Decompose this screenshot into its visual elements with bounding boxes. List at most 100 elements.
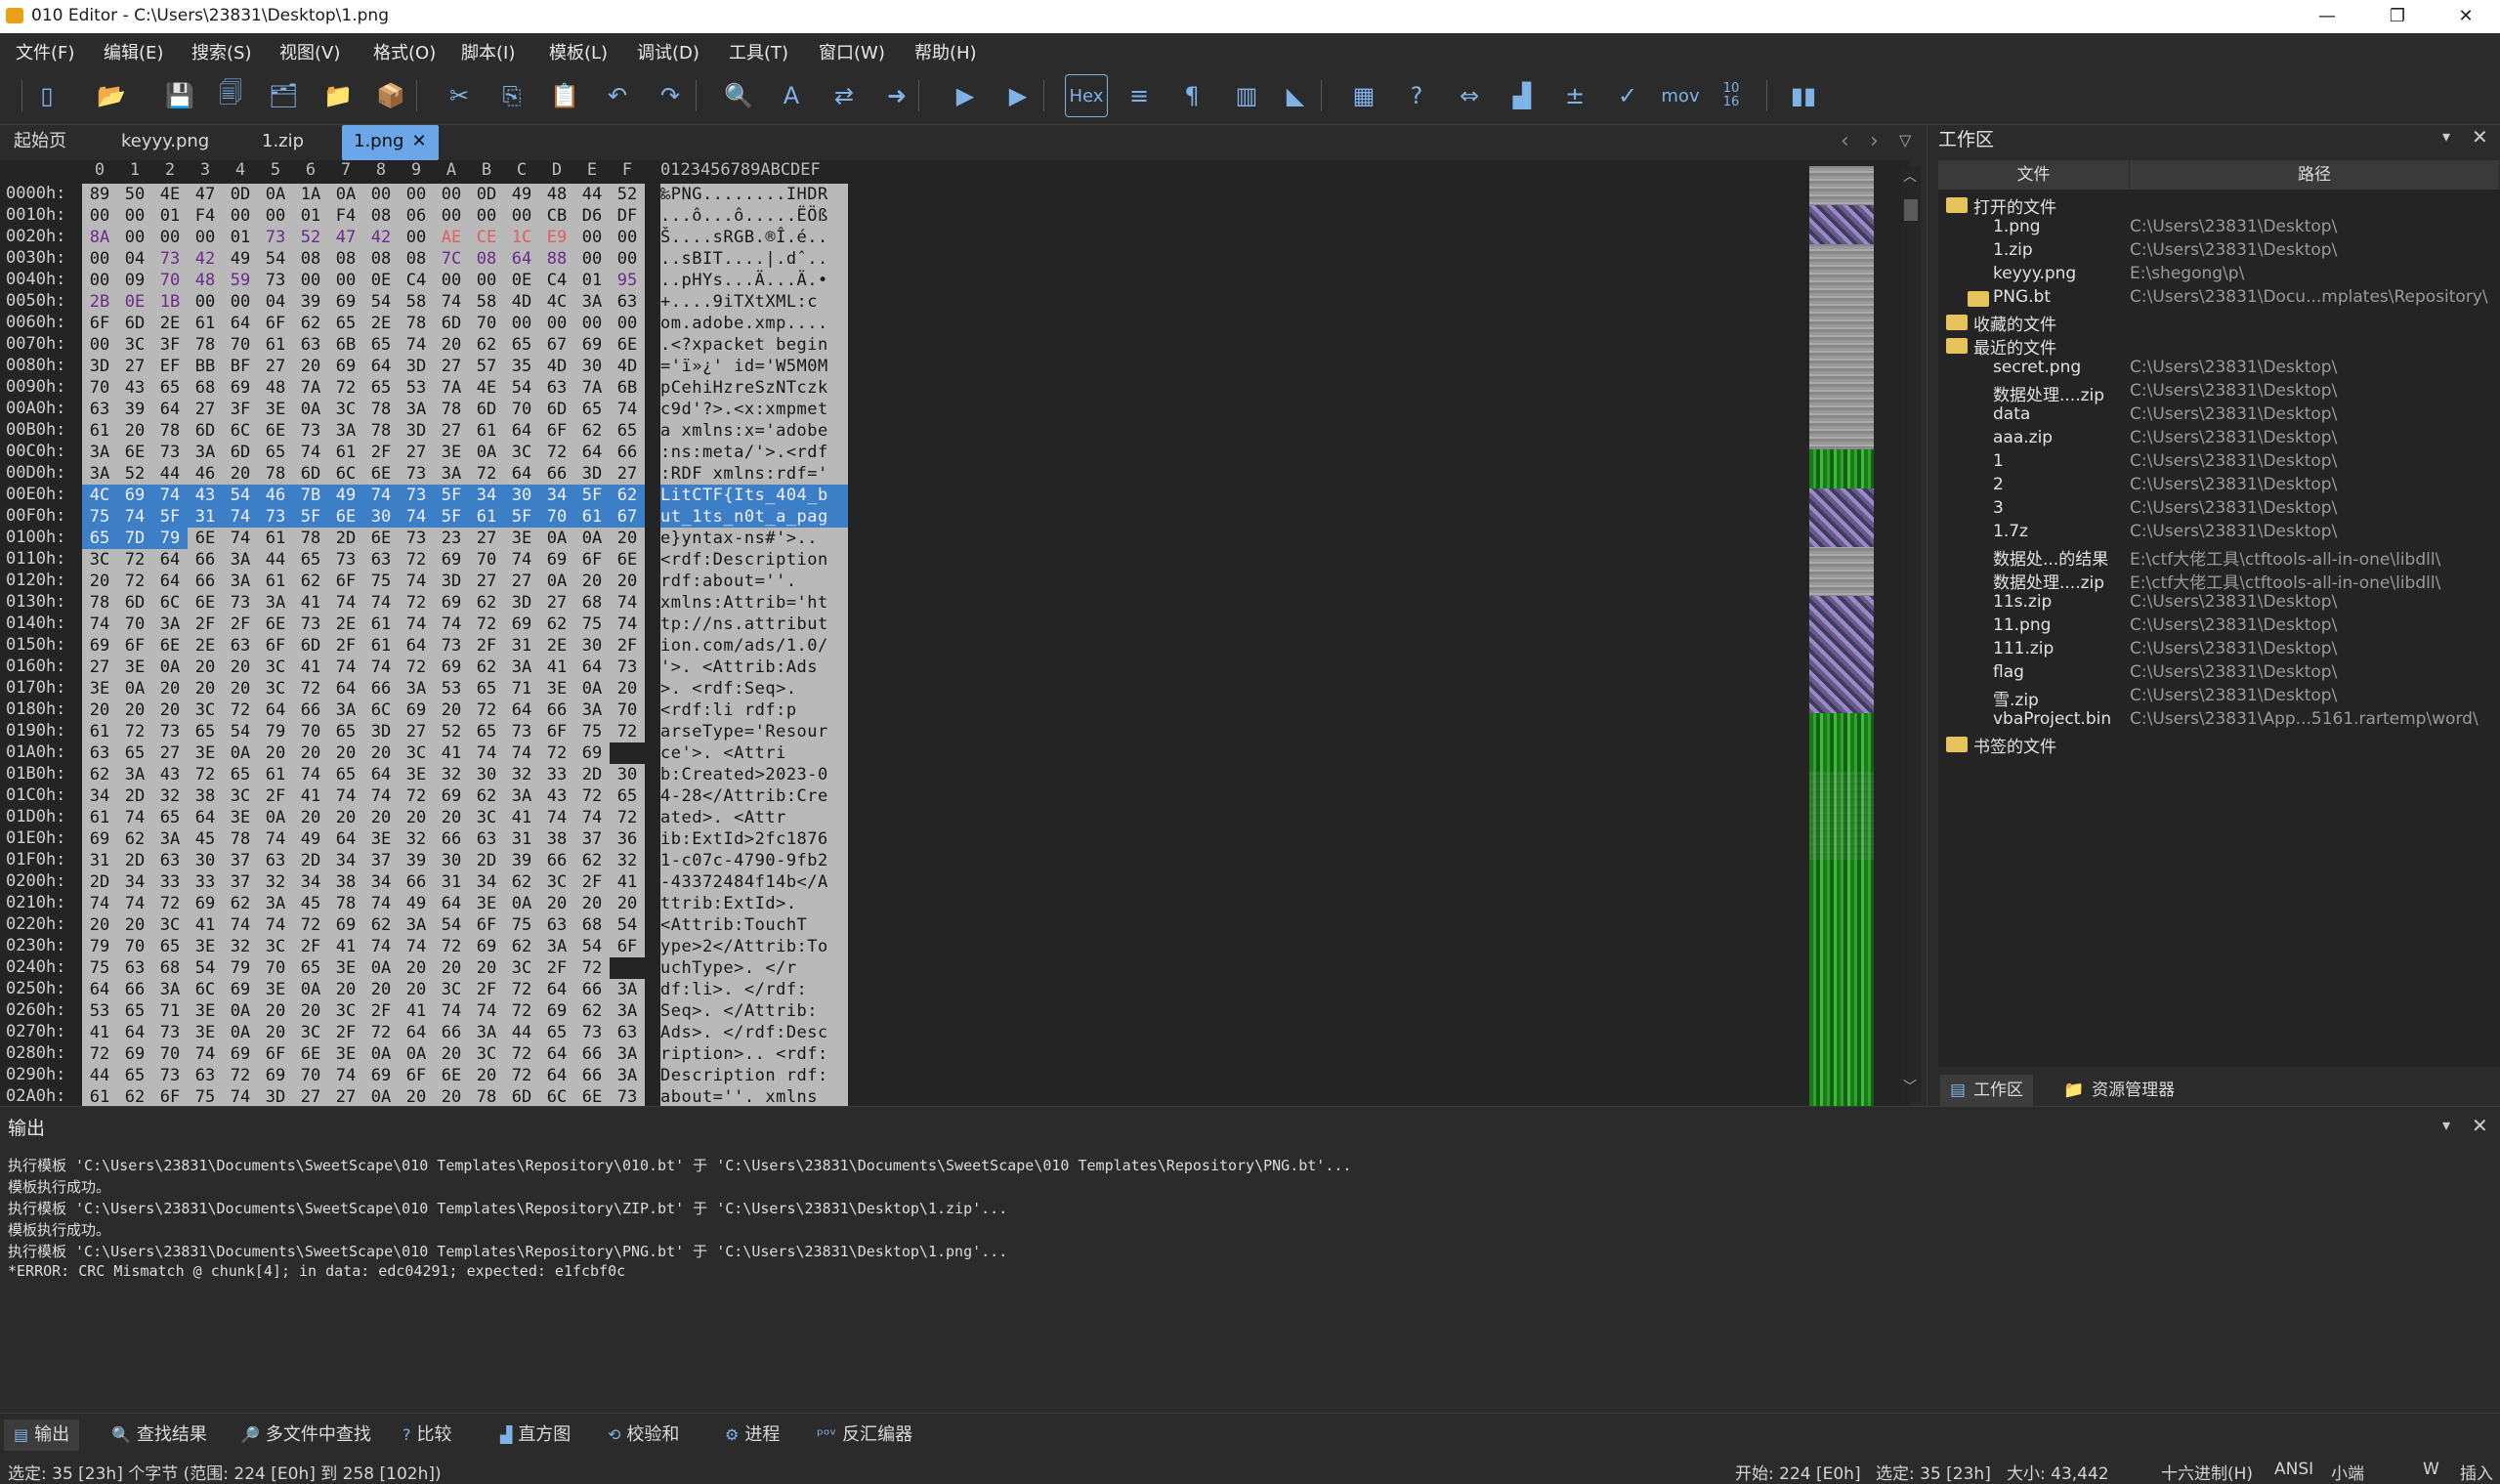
hex-byte[interactable]: 68 — [574, 914, 610, 936]
hex-byte[interactable]: AE — [434, 227, 469, 248]
hex-byte[interactable]: 0A — [223, 1000, 258, 1022]
ascii-text[interactable]: ce'>. <Attri — [660, 742, 848, 764]
hex-byte[interactable]: 72 — [188, 764, 223, 785]
hex-row[interactable]: 01C0h: 34 2D 32 38 3C 2F 41 74 74 72 69 62 3A 43 72 65 4-… — [0, 785, 860, 807]
hex-byte[interactable]: 74 — [223, 1086, 258, 1108]
hex-byte[interactable]: 62 — [574, 850, 610, 871]
hex-byte[interactable]: 01 — [293, 205, 328, 227]
hex-byte[interactable]: 50 — [117, 184, 152, 205]
hex-byte[interactable]: 3E — [469, 893, 504, 914]
hex-byte[interactable]: 78 — [328, 893, 363, 914]
hex-byte[interactable]: 6D — [434, 313, 469, 334]
hex-byte[interactable]: 74 — [117, 893, 152, 914]
hex-byte[interactable]: 49 — [328, 485, 363, 506]
ascii-text[interactable]: ..pHYs...Ä...Ä.• — [660, 270, 848, 291]
hex-byte[interactable]: 72 — [152, 893, 188, 914]
hex-byte[interactable]: 72 — [539, 742, 574, 764]
hex-byte[interactable]: 32 — [504, 764, 539, 785]
menu-item-7[interactable]: 调试(D) — [637, 39, 699, 64]
hex-byte[interactable]: 20 — [469, 957, 504, 979]
hex-byte[interactable]: 0A — [504, 893, 539, 914]
hex-byte[interactable]: 6C — [539, 1086, 574, 1108]
hex-byte[interactable]: 72 — [328, 377, 363, 399]
hex-byte[interactable]: 3A — [82, 442, 117, 463]
hex-byte[interactable]: 52 — [117, 463, 152, 485]
hex-byte[interactable]: 00 — [82, 248, 117, 270]
hex-byte[interactable]: 69 — [328, 356, 363, 377]
hex-byte[interactable]: 7A — [434, 377, 469, 399]
hex-byte[interactable]: 65 — [293, 549, 328, 571]
hex-byte[interactable]: 66 — [539, 700, 574, 721]
hex-byte[interactable]: 00 — [293, 270, 328, 291]
hex-byte[interactable]: 71 — [152, 1000, 188, 1022]
hex-byte[interactable]: 0A — [363, 1043, 399, 1065]
hex-byte[interactable]: 73 — [399, 463, 434, 485]
hex-byte[interactable]: 6F — [610, 936, 645, 957]
hex-byte[interactable]: 78 — [363, 399, 399, 420]
menu-item-2[interactable]: 搜索(S) — [191, 39, 251, 64]
hex-byte[interactable]: 6F — [258, 313, 293, 334]
hex-byte[interactable]: 6E — [328, 506, 363, 528]
hex-byte[interactable]: 3E — [188, 742, 223, 764]
checksum-icon[interactable]: ± — [1553, 74, 1596, 117]
hex-byte[interactable]: 3E — [82, 678, 117, 700]
hex-byte[interactable]: 5F — [434, 506, 469, 528]
hex-byte[interactable]: 01 — [574, 270, 610, 291]
hex-byte[interactable]: 72 — [434, 936, 469, 957]
hex-byte[interactable]: 70 — [152, 270, 188, 291]
hex-byte[interactable]: 65 — [469, 721, 504, 742]
hex-byte[interactable]: 2E — [328, 614, 363, 635]
process-icon[interactable]: ✓ — [1606, 74, 1649, 117]
hex-byte[interactable]: 3D — [399, 420, 434, 442]
hex-byte[interactable]: 00 — [223, 205, 258, 227]
hex-byte[interactable]: 6E — [188, 592, 223, 614]
hex-byte[interactable]: 27 — [539, 592, 574, 614]
hex-byte[interactable]: 31 — [188, 506, 223, 528]
hex-byte[interactable]: 3A — [504, 657, 539, 678]
hex-byte[interactable]: 3D — [399, 356, 434, 377]
calculator-icon[interactable]: ▦ — [1342, 74, 1385, 117]
hex-byte[interactable]: 2B — [82, 291, 117, 313]
hex-byte[interactable]: 04 — [258, 291, 293, 313]
hex-byte[interactable]: 44 — [152, 463, 188, 485]
column-path[interactable]: 路径 — [2130, 160, 2500, 190]
hex-byte[interactable]: 6F — [328, 571, 363, 592]
hex-byte[interactable]: 34 — [82, 785, 117, 807]
hex-row[interactable]: 0250h: 64 66 3A 6C 69 3E 0A 20 20 20 3C 2F 72 64 66 3A df… — [0, 979, 860, 1000]
hex-byte[interactable]: 6E — [293, 1043, 328, 1065]
hex-byte[interactable]: 74 — [328, 1065, 363, 1086]
hex-byte[interactable]: 6F — [258, 1043, 293, 1065]
ascii-text[interactable]: <rdf:Description — [660, 549, 848, 571]
hex-byte[interactable]: 20 — [258, 1022, 293, 1043]
scroll-down-icon[interactable]: ﹀ — [1903, 1077, 1917, 1096]
hex-byte[interactable]: 27 — [82, 657, 117, 678]
ascii-text[interactable]: ription>.. <rdf: — [660, 1043, 848, 1065]
hex-byte[interactable]: D6 — [574, 205, 610, 227]
hex-byte[interactable]: 32 — [434, 764, 469, 785]
hex-byte[interactable]: 88 — [539, 248, 574, 270]
hex-byte[interactable]: 3A — [610, 1065, 645, 1086]
hex-byte[interactable]: 0A — [117, 678, 152, 700]
hex-byte[interactable]: 2E — [152, 313, 188, 334]
hex-byte[interactable]: 27 — [117, 356, 152, 377]
hex-byte[interactable]: 01 — [152, 205, 188, 227]
hex-byte[interactable]: 62 — [293, 571, 328, 592]
hex-byte[interactable]: 8A — [82, 227, 117, 248]
hex-byte[interactable]: CB — [539, 205, 574, 227]
hex-byte[interactable]: 4C — [82, 485, 117, 506]
hex-byte[interactable]: 5F — [152, 506, 188, 528]
hex-byte[interactable]: 08 — [363, 205, 399, 227]
tab-list-icon[interactable]: ▽ — [1899, 131, 1911, 149]
hex-mode-button[interactable]: Hex — [1065, 74, 1108, 117]
status-encoding[interactable]: ANSI — [2274, 1460, 2313, 1479]
hex-byte[interactable]: 41 — [293, 657, 328, 678]
hex-row[interactable]: 0260h: 53 65 71 3E 0A 20 20 3C 2F 41 74 74 72 69 62 3A Se… — [0, 1000, 860, 1022]
hex-byte[interactable]: 61 — [258, 528, 293, 549]
ascii-text[interactable]: a xmlns:x='adobe — [660, 420, 848, 442]
hex-byte[interactable]: 0A — [223, 1022, 258, 1043]
hex-byte[interactable]: 73 — [293, 614, 328, 635]
hex-byte[interactable]: 65 — [363, 377, 399, 399]
hex-byte[interactable]: 00 — [188, 227, 223, 248]
hex-byte[interactable]: 62 — [293, 313, 328, 334]
hex-byte[interactable]: 79 — [223, 957, 258, 979]
